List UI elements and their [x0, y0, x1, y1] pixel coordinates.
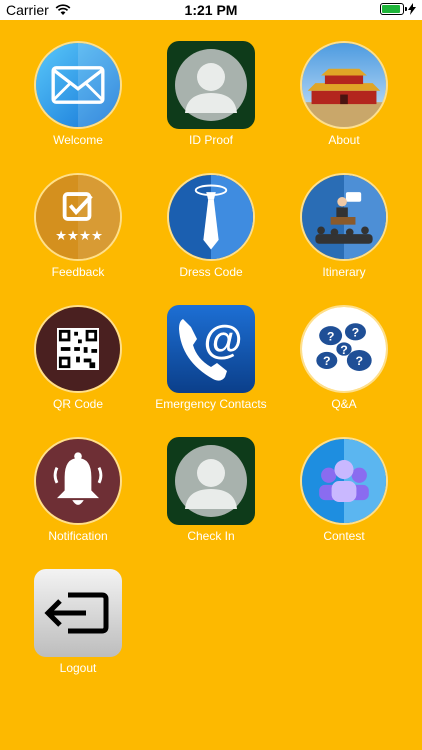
envelope-icon	[34, 41, 122, 129]
logout-tile[interactable]: Logout	[11, 569, 145, 675]
phone-at-icon: @	[167, 305, 255, 393]
person-silhouette-icon	[167, 437, 255, 525]
check-in-tile[interactable]: Check In	[144, 437, 278, 543]
emergency-contacts-tile[interactable]: @ Emergency Contacts	[144, 305, 278, 411]
svg-text:?: ?	[340, 343, 348, 357]
id-proof-tile[interactable]: ID Proof	[144, 41, 278, 147]
contest-tile[interactable]: Contest	[277, 437, 411, 543]
svg-text:@: @	[203, 318, 242, 362]
rating-checkbox-icon: ★★★★	[34, 173, 122, 261]
feedback-label: Feedback	[51, 265, 105, 279]
qr-code-icon	[34, 305, 122, 393]
svg-text:★★★★: ★★★★	[55, 229, 103, 244]
status-bar: Carrier 1:21 PM	[0, 0, 422, 20]
presentation-icon	[300, 173, 388, 261]
notification-label: Notification	[48, 529, 108, 543]
clock: 1:21 PM	[184, 2, 238, 18]
necktie-icon	[167, 173, 255, 261]
bell-icon	[34, 437, 122, 525]
battery-icon	[380, 3, 407, 15]
qa-tile[interactable]: ????? Q&A	[277, 305, 411, 411]
itinerary-tile[interactable]: Itinerary	[277, 173, 411, 279]
qr-code-label: QR Code	[52, 397, 104, 411]
emergency-contacts-label: Emergency Contacts	[155, 397, 267, 411]
dress-code-tile[interactable]: Dress Code	[144, 173, 278, 279]
about-label: About	[328, 133, 360, 147]
itinerary-label: Itinerary	[322, 265, 366, 279]
id-proof-label: ID Proof	[188, 133, 233, 147]
charging-bolt-icon	[408, 3, 416, 15]
contest-label: Contest	[323, 529, 365, 543]
svg-text:?: ?	[352, 326, 360, 340]
person-silhouette-icon	[167, 41, 255, 129]
svg-text:?: ?	[323, 354, 331, 368]
status-right	[380, 3, 416, 15]
check-in-label: Check In	[187, 529, 235, 543]
logout-icon	[34, 569, 122, 657]
about-tile[interactable]: About	[277, 41, 411, 147]
welcome-tile[interactable]: Welcome	[11, 41, 145, 147]
feedback-tile[interactable]: ★★★★ Feedback	[11, 173, 145, 279]
dress-code-label: Dress Code	[179, 265, 243, 279]
group-icon	[300, 437, 388, 525]
question-bubbles-icon: ?????	[300, 305, 388, 393]
qr-code-tile[interactable]: QR Code	[11, 305, 145, 411]
notification-tile[interactable]: Notification	[11, 437, 145, 543]
logout-label: Logout	[59, 661, 97, 675]
svg-text:?: ?	[355, 354, 363, 368]
palace-icon	[300, 41, 388, 129]
welcome-label: Welcome	[53, 133, 103, 147]
qa-label: Q&A	[331, 397, 357, 411]
svg-text:?: ?	[327, 329, 335, 343]
